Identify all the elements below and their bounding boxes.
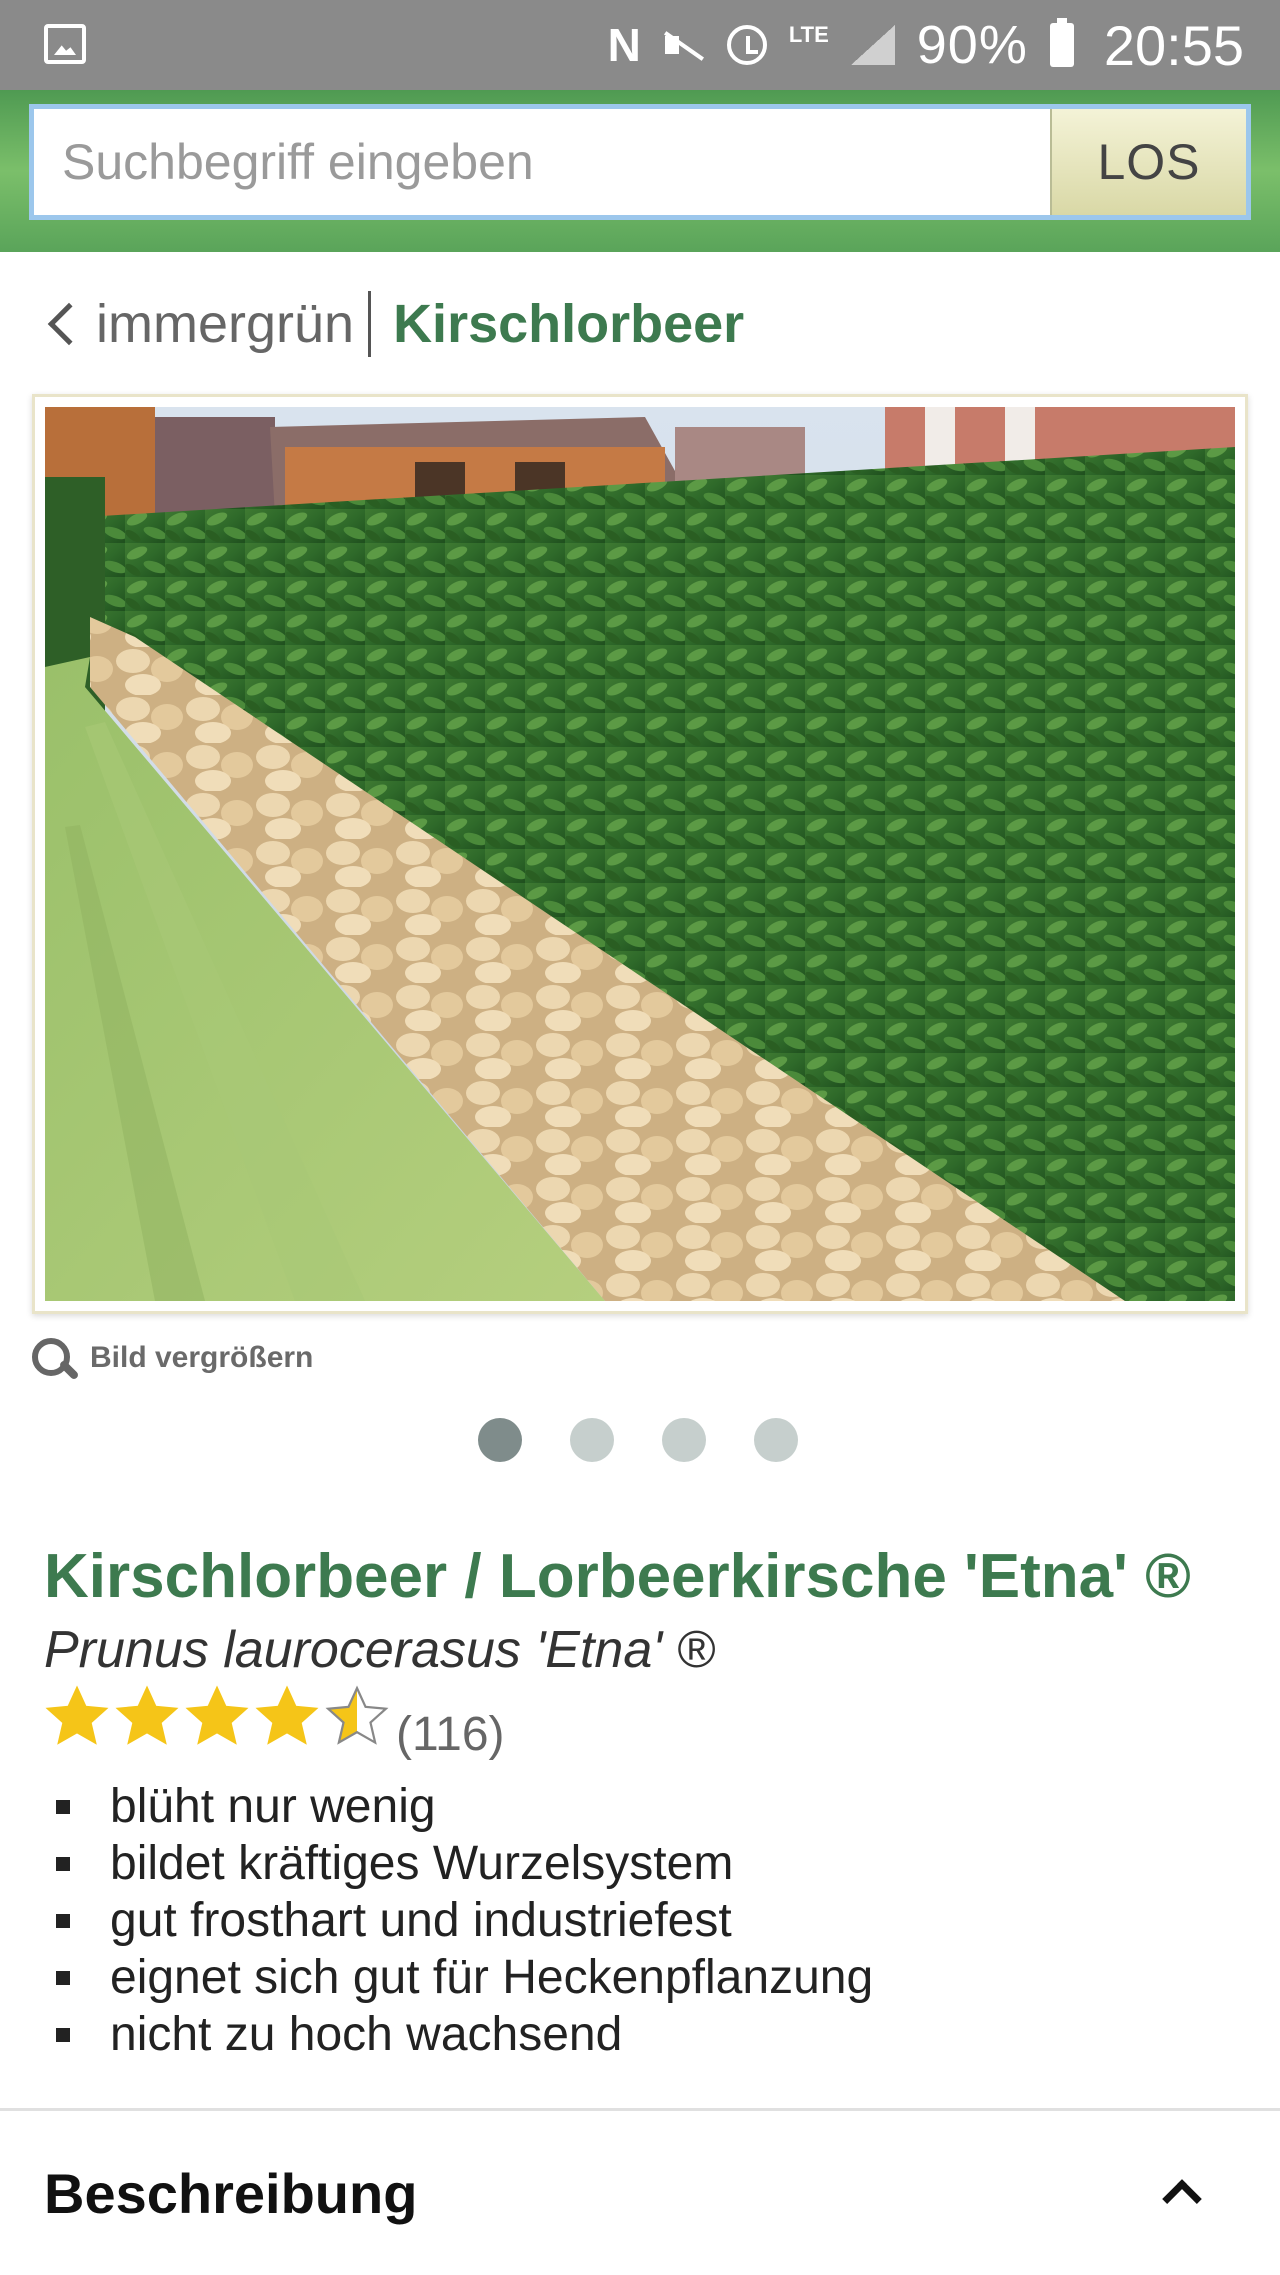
breadcrumb-current: Kirschlorbeer	[393, 294, 745, 354]
alarm-icon	[726, 25, 767, 65]
zoom-image-link[interactable]: Bild vergrößern	[28, 1330, 356, 1386]
breadcrumb-separator	[368, 291, 372, 357]
feature-text: gut frosthart und industriefest	[110, 1894, 732, 1947]
feature-list: blüht nur wenig bildet kräftiges Wurzelsy…	[56, 1778, 873, 2063]
star-icon	[325, 1685, 389, 1745]
signal-icon	[850, 25, 895, 65]
bullet-icon	[56, 1799, 70, 1814]
feature-text: nicht zu hoch wachsend	[110, 2008, 623, 2061]
feature-text: eignet sich gut für Heckenpflanzung	[110, 1951, 874, 2004]
description-section-header[interactable]: Beschreibung	[0, 2111, 1280, 2275]
feature-item: gut frosthart und industriefest	[56, 1892, 873, 1949]
feature-item: blüht nur wenig	[56, 1778, 873, 1835]
carousel-dot[interactable]	[754, 1418, 798, 1462]
status-bar: N LTE 90% 20:55	[0, 0, 1280, 90]
search-input[interactable]	[34, 109, 1050, 215]
carousel-dot[interactable]	[570, 1418, 614, 1462]
bullet-icon	[56, 1970, 70, 1985]
nfc-icon: N	[607, 19, 641, 71]
gallery-icon	[44, 24, 86, 64]
carousel-dots	[478, 1418, 798, 1462]
clock: 20:55	[1103, 13, 1244, 77]
breadcrumb: immergrün Kirschlorbeer	[44, 284, 744, 364]
product-image-frame[interactable]	[32, 394, 1248, 1314]
description-title: Beschreibung	[44, 2161, 418, 2225]
battery-percent: 90%	[916, 15, 1028, 75]
search-band: LOS	[0, 90, 1280, 252]
magnifier-icon	[32, 1338, 72, 1378]
chevron-up-icon[interactable]	[1162, 2179, 1202, 2219]
bullet-icon	[56, 1913, 70, 1928]
star-icon	[45, 1685, 109, 1745]
mute-icon	[663, 24, 705, 66]
star-icon	[185, 1685, 249, 1745]
feature-item: eignet sich gut für Heckenpflanzung	[56, 1949, 873, 2006]
review-count[interactable]: (116)	[396, 1707, 505, 1762]
star-icon	[115, 1685, 179, 1745]
product-latin-name: Prunus laurocerasus 'Etna' ®	[44, 1621, 715, 1679]
chevron-left-icon[interactable]	[47, 302, 91, 346]
search-button[interactable]: LOS	[1050, 109, 1246, 215]
product-rating[interactable]: (116)	[44, 1684, 505, 1761]
carousel-dot[interactable]	[478, 1418, 522, 1462]
star-icon	[255, 1685, 319, 1745]
bullet-icon	[56, 1856, 70, 1871]
status-icons: N LTE 90% 20:55	[608, 0, 1244, 90]
lte-icon: LTE	[788, 22, 829, 47]
product-image[interactable]	[45, 407, 1235, 1301]
battery-icon	[1049, 18, 1074, 67]
breadcrumb-parent-link[interactable]: immergrün	[96, 293, 354, 355]
carousel-dot[interactable]	[662, 1418, 706, 1462]
rating-stars	[44, 1684, 390, 1750]
product-title: Kirschlorbeer / Lorbeerkirsche 'Etna' ®	[44, 1542, 1191, 1611]
feature-text: blüht nur wenig	[110, 1780, 436, 1833]
search-form: LOS	[29, 104, 1251, 220]
zoom-label: Bild vergrößern	[90, 1341, 314, 1374]
feature-item: bildet kräftiges Wurzelsystem	[56, 1835, 873, 1892]
bullet-icon	[56, 2027, 70, 2042]
feature-item: nicht zu hoch wachsend	[56, 2006, 873, 2063]
feature-text: bildet kräftiges Wurzelsystem	[110, 1837, 734, 1890]
